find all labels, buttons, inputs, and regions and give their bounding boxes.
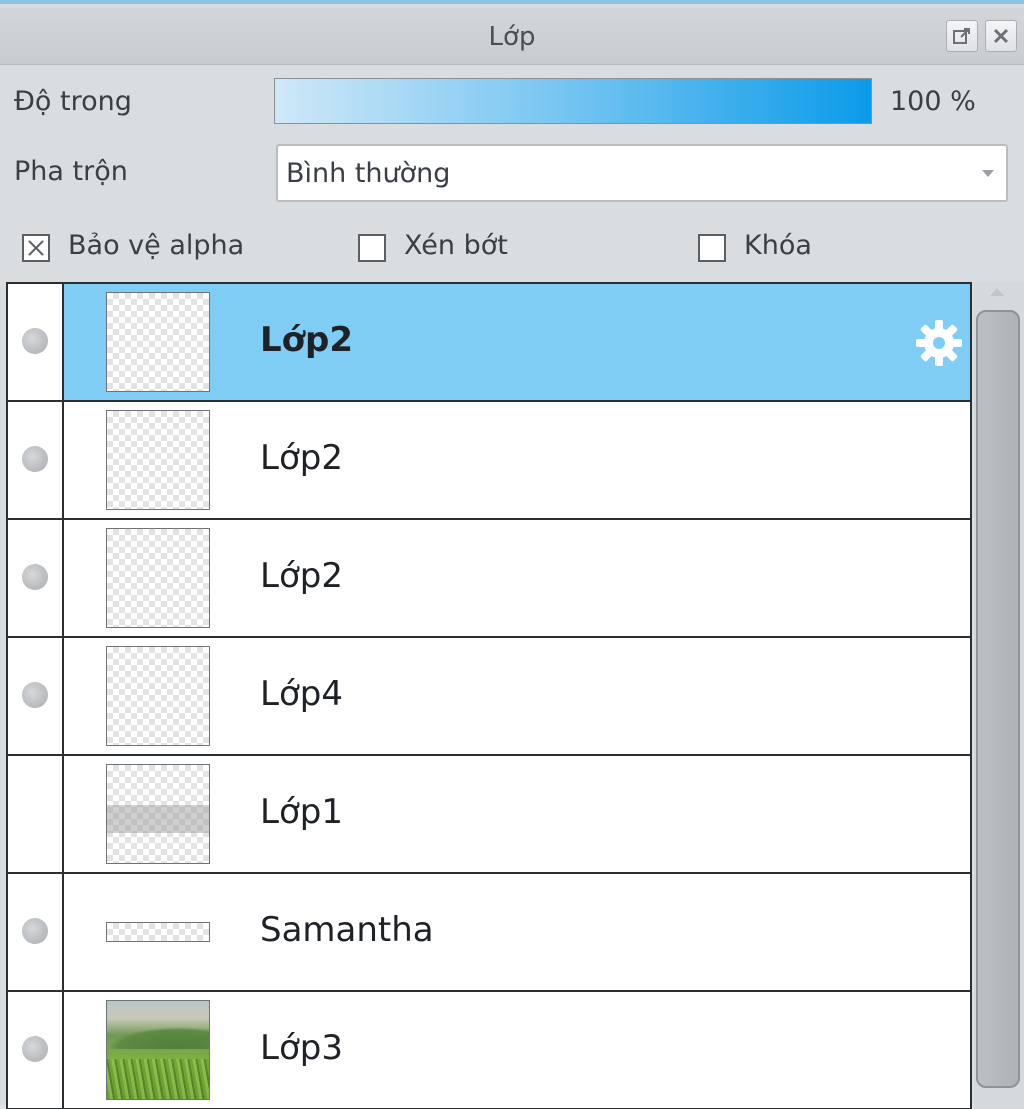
layer-content[interactable]: Lớp2 bbox=[64, 402, 970, 518]
layer-row[interactable]: Samantha bbox=[8, 874, 970, 992]
clip-label: Xén bớt bbox=[404, 230, 508, 261]
popout-icon bbox=[953, 28, 970, 44]
opacity-label: Độ trong bbox=[14, 86, 132, 117]
layer-row[interactable]: Lớp1 bbox=[8, 756, 970, 874]
layer-thumbnail bbox=[106, 922, 210, 942]
layer-name: Lớp3 bbox=[260, 1028, 343, 1068]
layer-content[interactable]: Samantha bbox=[64, 874, 970, 990]
visibility-toggle[interactable] bbox=[8, 756, 64, 872]
layer-name: Lớp2 bbox=[260, 320, 354, 360]
layer-name: Lớp2 bbox=[260, 438, 343, 478]
layer-name: Lớp4 bbox=[260, 674, 343, 714]
visibility-toggle[interactable] bbox=[8, 992, 64, 1108]
layer-content[interactable]: Lớp4 bbox=[64, 638, 970, 754]
layer-row[interactable]: Lớp4 bbox=[8, 638, 970, 756]
layer-content[interactable]: Lớp3 bbox=[64, 992, 970, 1108]
close-icon bbox=[993, 28, 1009, 44]
layer-thumbnail bbox=[106, 528, 210, 628]
visibility-toggle[interactable] bbox=[8, 638, 64, 754]
layer-content[interactable]: Lớp2 bbox=[64, 520, 970, 636]
layer-thumbnail bbox=[106, 292, 210, 392]
close-panel-button[interactable] bbox=[985, 20, 1017, 52]
layer-list: Lớp2 Lớp2 Lớp2 Lớp4 Lớp1 Samantha Lớp3 bbox=[6, 282, 972, 1109]
opacity-slider[interactable] bbox=[274, 78, 872, 124]
layer-name: Lớp2 bbox=[260, 556, 343, 596]
blend-mode-select[interactable]: Bình thường bbox=[276, 144, 1008, 202]
visibility-toggle[interactable] bbox=[8, 402, 64, 518]
visibility-toggle[interactable] bbox=[8, 284, 64, 400]
layer-thumbnail bbox=[106, 764, 210, 864]
blend-mode-value: Bình thường bbox=[286, 158, 451, 189]
layer-thumbnail bbox=[106, 410, 210, 510]
layer-content[interactable]: Lớp1 bbox=[64, 756, 970, 872]
visibility-dot-icon bbox=[22, 682, 48, 708]
lock-label: Khóa bbox=[744, 230, 812, 261]
layer-thumbnail bbox=[106, 646, 210, 746]
panel-title: Lớp bbox=[488, 22, 536, 52]
protect-alpha-checkbox[interactable] bbox=[22, 234, 50, 262]
lock-checkbox[interactable] bbox=[698, 234, 726, 262]
gear-icon[interactable] bbox=[912, 316, 966, 370]
layer-name: Lớp1 bbox=[260, 792, 343, 832]
layer-row[interactable]: Lớp2 bbox=[8, 520, 970, 638]
layers-panel: Lớp Độ trong 100 % Pha trộn Bình thường … bbox=[0, 0, 1024, 1109]
scroll-up-icon[interactable] bbox=[990, 288, 1004, 296]
visibility-toggle[interactable] bbox=[8, 520, 64, 636]
blend-mode-label: Pha trộn bbox=[14, 156, 128, 187]
scrollbar-thumb[interactable] bbox=[976, 310, 1020, 1088]
layer-row[interactable]: Lớp3 bbox=[8, 992, 970, 1109]
chevron-down-icon bbox=[982, 170, 994, 177]
layer-thumbnail bbox=[106, 1000, 210, 1100]
float-panel-button[interactable] bbox=[946, 20, 978, 52]
protect-alpha-label: Bảo vệ alpha bbox=[68, 230, 245, 261]
visibility-dot-icon bbox=[22, 1036, 48, 1062]
visibility-toggle[interactable] bbox=[8, 874, 64, 990]
visibility-dot-icon bbox=[22, 918, 48, 944]
layer-content[interactable]: Lớp2 bbox=[64, 284, 970, 400]
visibility-dot-icon bbox=[22, 328, 48, 354]
layer-list-scrollbar[interactable] bbox=[974, 282, 1024, 1109]
layer-name: Samantha bbox=[260, 910, 434, 950]
visibility-dot-icon bbox=[22, 564, 48, 590]
layer-row[interactable]: Lớp2 bbox=[8, 402, 970, 520]
opacity-value: 100 % bbox=[890, 86, 976, 117]
layer-row[interactable]: Lớp2 bbox=[8, 284, 970, 402]
clip-checkbox[interactable] bbox=[358, 234, 386, 262]
panel-titlebar[interactable]: Lớp bbox=[0, 8, 1024, 65]
visibility-dot-icon bbox=[22, 446, 48, 472]
